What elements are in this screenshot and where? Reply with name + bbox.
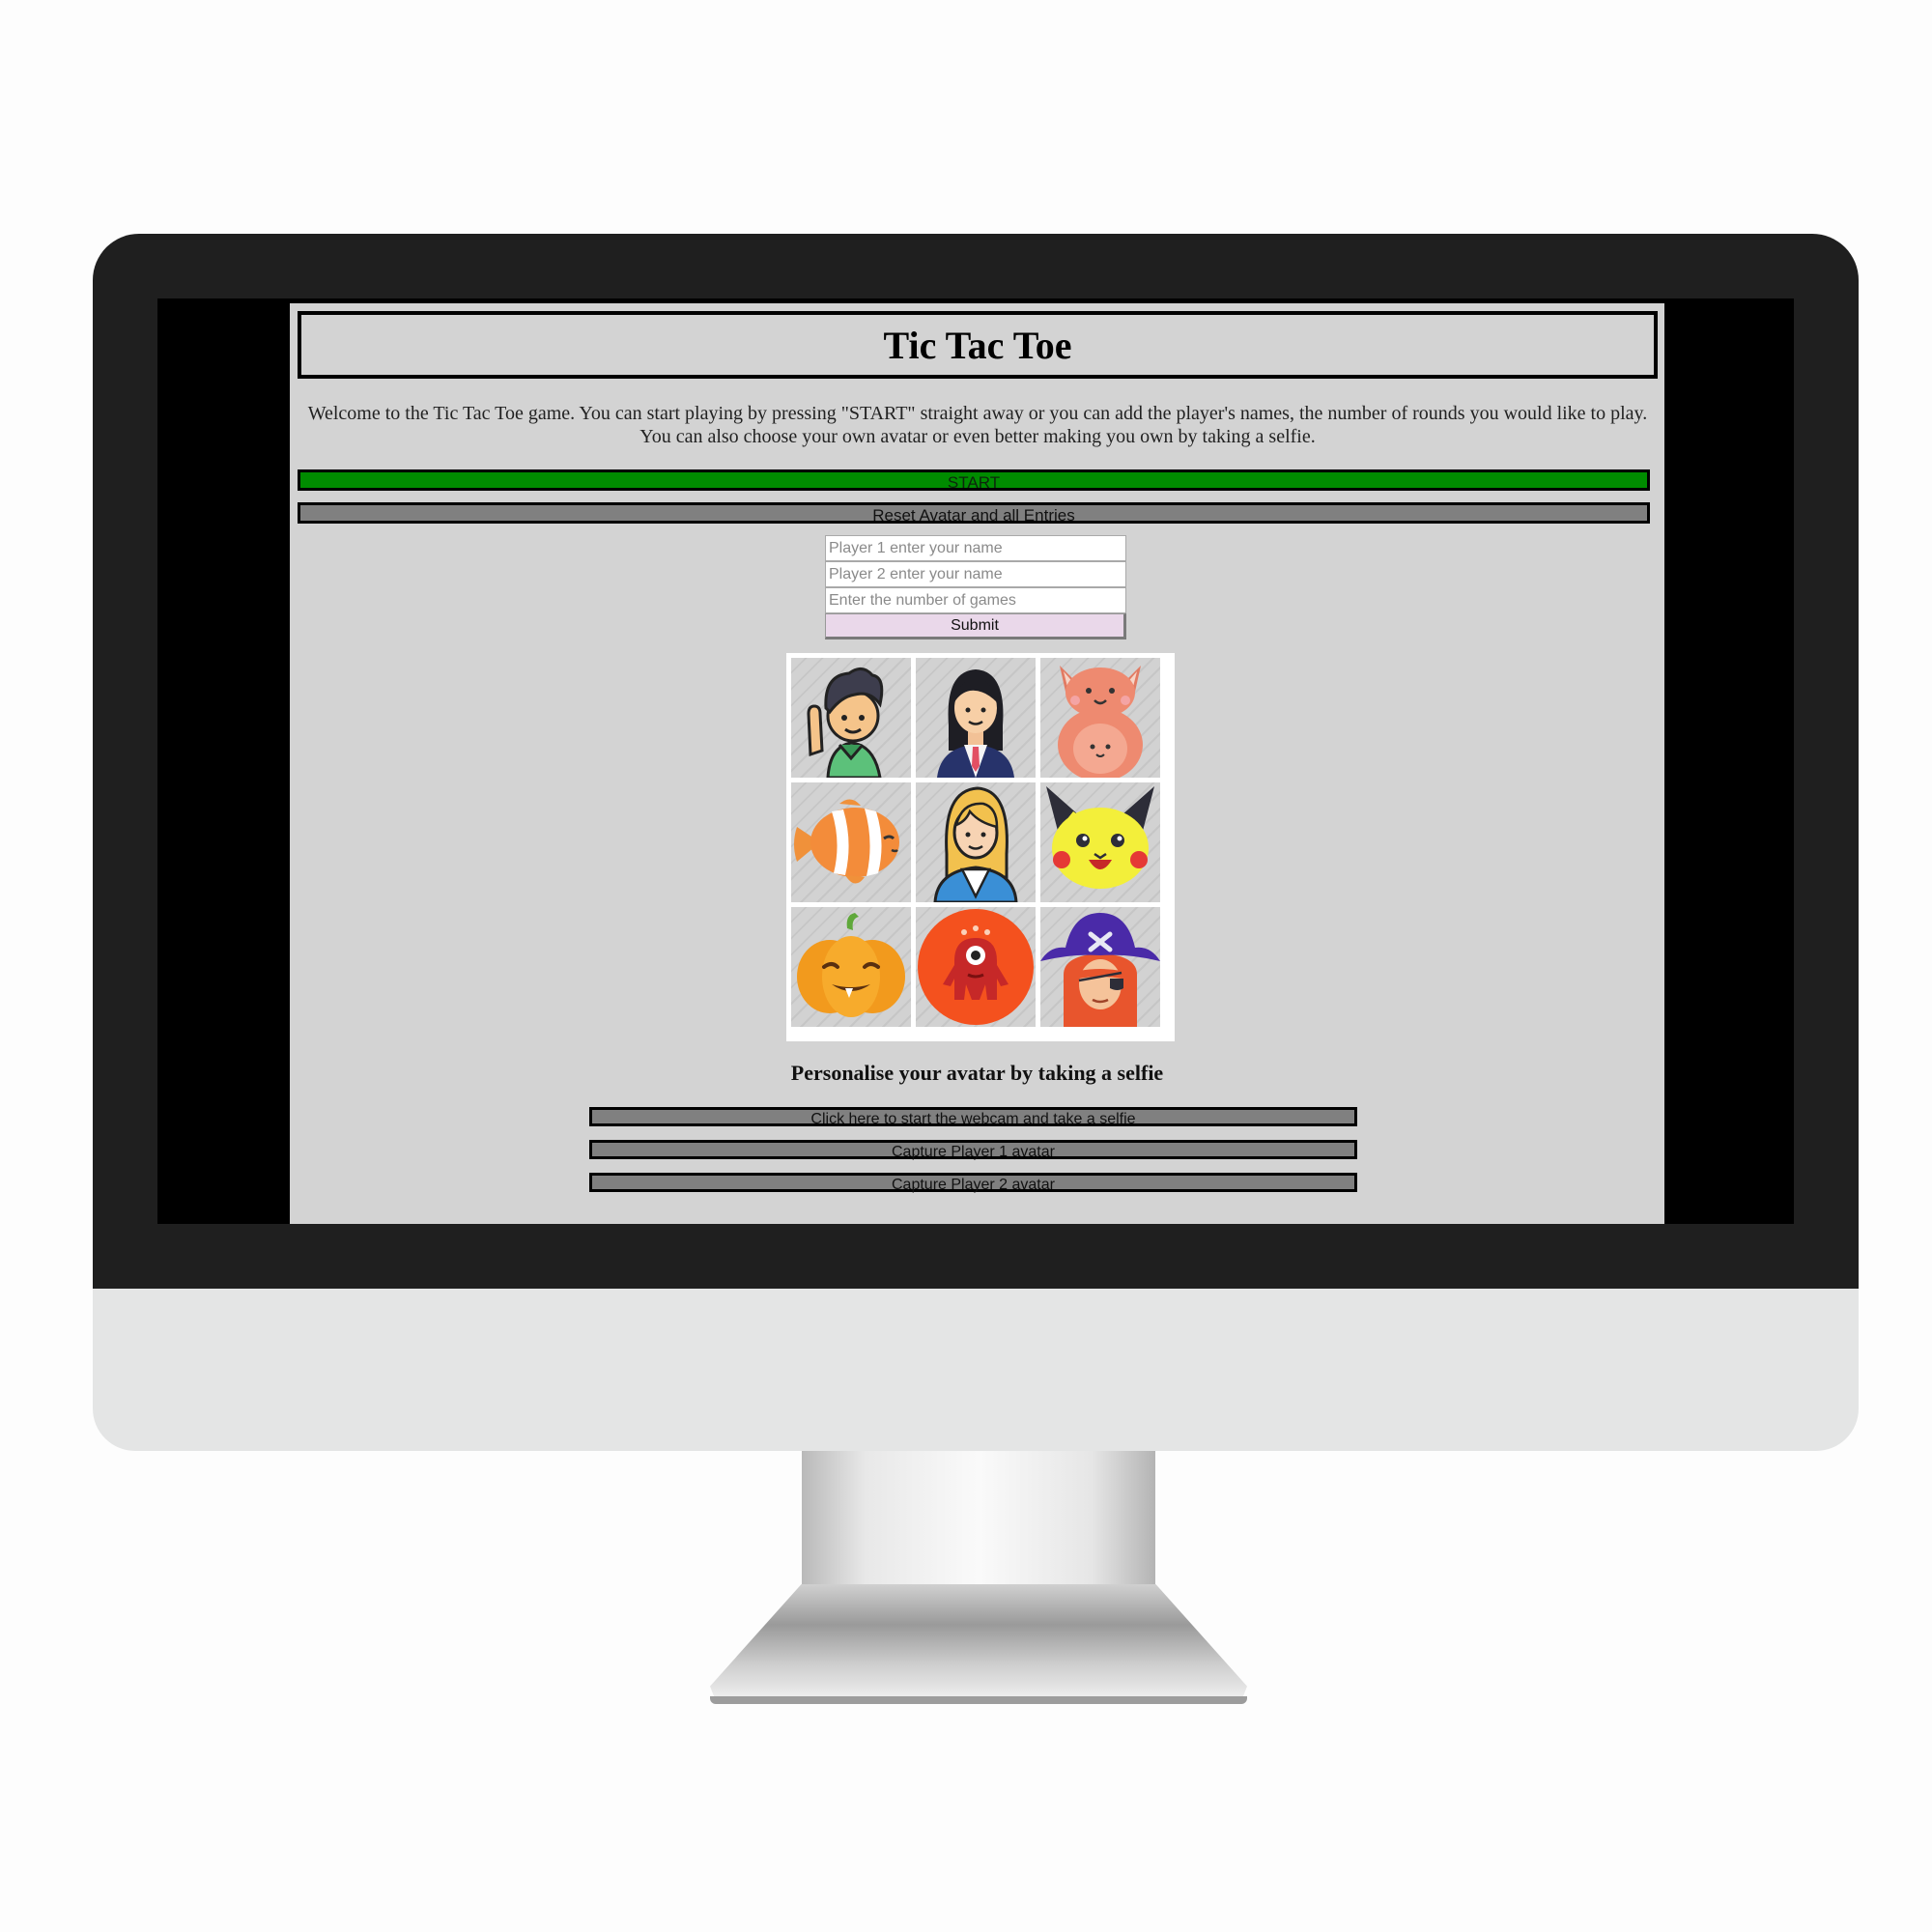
pumpkin-icon — [797, 913, 905, 1017]
avatar-option[interactable] — [1040, 907, 1160, 1027]
monitor-screen: Tic Tac Toe Welcome to the Tic Tac Toe g… — [157, 298, 1794, 1224]
player2-name-input[interactable] — [825, 561, 1126, 587]
selfie-heading: Personalise your avatar by taking a self… — [790, 1061, 1164, 1085]
avatar-option[interactable] — [916, 907, 1036, 1027]
player1-name-input[interactable] — [825, 535, 1126, 561]
avatar-option[interactable] — [916, 782, 1036, 902]
avatar-grid — [786, 653, 1175, 1041]
intro-text: Welcome to the Tic Tac Toe game. You can… — [307, 403, 1648, 447]
monitor-stand-base — [710, 1584, 1247, 1700]
monitor-stand-shadow — [710, 1696, 1247, 1704]
page-title: Tic Tac Toe — [883, 323, 1072, 367]
games-number-input[interactable] — [825, 587, 1126, 613]
avatar-option[interactable] — [791, 658, 911, 778]
monitor-stand — [802, 1451, 1155, 1586]
blonde-woman-icon — [933, 786, 1018, 902]
player-form: Submit — [825, 535, 1126, 639]
web-page: Tic Tac Toe Welcome to the Tic Tac Toe g… — [290, 303, 1664, 1224]
start-button[interactable]: START — [298, 469, 1650, 492]
clownfish-icon — [794, 799, 899, 884]
start-webcam-button[interactable]: Click here to start the webcam and take … — [589, 1107, 1357, 1127]
submit-button[interactable]: Submit — [825, 613, 1126, 639]
avatar-option[interactable] — [1040, 782, 1160, 902]
red-monster-icon — [918, 909, 1034, 1025]
reset-button[interactable]: Reset Avatar and all Entries — [298, 502, 1650, 525]
pikachu-icon — [1046, 786, 1154, 889]
capture-player2-avatar-button[interactable]: Capture Player 2 avatar — [589, 1173, 1357, 1193]
avatar-option[interactable] — [791, 782, 911, 902]
kangaroo-icon — [1058, 666, 1143, 778]
capture-player1-avatar-button[interactable]: Capture Player 1 avatar — [589, 1140, 1357, 1160]
businesswoman-icon — [937, 669, 1014, 778]
avatar-option[interactable] — [916, 658, 1036, 778]
avatar-option[interactable] — [1040, 658, 1160, 778]
title-box: Tic Tac Toe — [298, 311, 1658, 379]
avatar-option[interactable] — [791, 907, 911, 1027]
boy-waving-icon — [807, 668, 884, 778]
pirate-girl-icon — [1040, 913, 1160, 1027]
monitor-chin — [93, 1289, 1859, 1451]
